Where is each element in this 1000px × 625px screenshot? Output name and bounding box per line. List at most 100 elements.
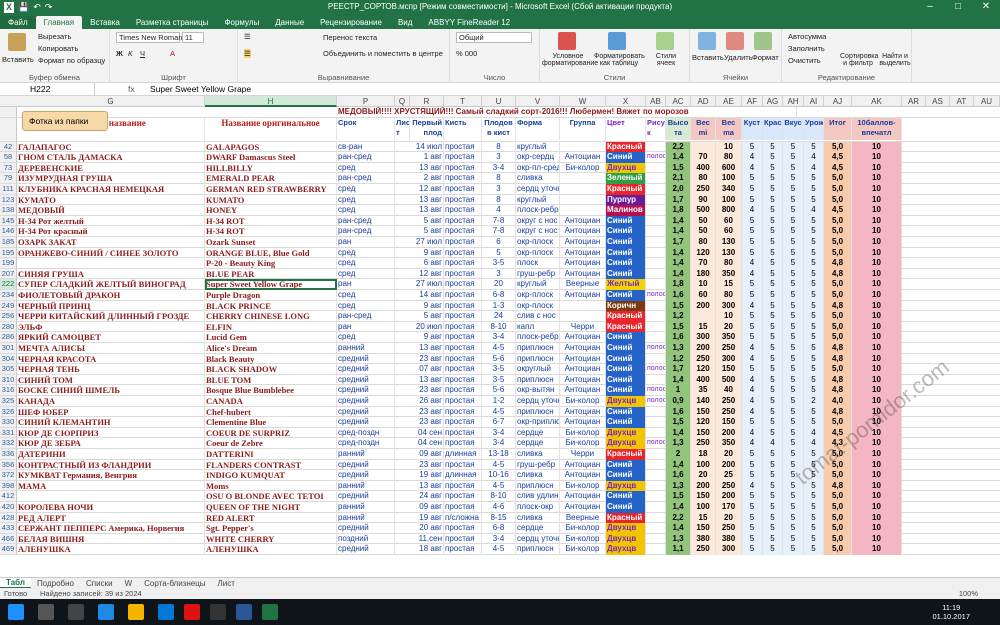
cell-AI[interactable]: 5 bbox=[804, 385, 824, 396]
cell-X[interactable]: Синий bbox=[606, 226, 646, 237]
cell-AB[interactable] bbox=[646, 321, 666, 333]
header-AB[interactable]: Рисуно к bbox=[646, 117, 666, 140]
cell-H[interactable]: QUEEN OF THE NIGHT bbox=[205, 502, 337, 513]
cell-P[interactable]: ран bbox=[337, 321, 395, 333]
cell-AI[interactable]: 5 bbox=[804, 374, 824, 386]
cell-AB[interactable] bbox=[646, 480, 666, 492]
cell-X[interactable]: Синий bbox=[606, 353, 646, 365]
cell-R[interactable]: 13 авг bbox=[410, 205, 444, 216]
cell-AF[interactable]: 5 bbox=[742, 247, 763, 259]
cell-G[interactable]: АЛЕНУШКА bbox=[17, 544, 205, 555]
cell-AB[interactable]: полос bbox=[646, 438, 666, 449]
column-header-AK[interactable]: AK bbox=[852, 96, 902, 107]
cell-AJ[interactable]: 4,8 bbox=[824, 343, 852, 354]
cell-R[interactable]: 9 авг bbox=[410, 300, 444, 312]
cell-X[interactable]: Красный bbox=[606, 512, 646, 524]
cell-P[interactable]: ранний bbox=[337, 343, 395, 354]
cell-AE[interactable]: 380 bbox=[716, 533, 742, 545]
cell-AE[interactable]: 10 bbox=[716, 141, 742, 153]
cell-AB[interactable] bbox=[646, 502, 666, 513]
cell-R[interactable]: 11.сен bbox=[410, 533, 444, 545]
cell-G[interactable]: МЕЧТА АЛИСЫ bbox=[17, 343, 205, 354]
name-box[interactable]: H222 bbox=[0, 83, 95, 96]
row-number[interactable]: 138 bbox=[0, 205, 17, 216]
cell-AC[interactable]: 2 bbox=[666, 449, 691, 460]
excel-taskbar-icon[interactable] bbox=[262, 604, 278, 620]
row-number[interactable]: 145 bbox=[0, 215, 17, 227]
cell-U[interactable]: 6-7 bbox=[482, 417, 516, 428]
cell-P[interactable]: ранний bbox=[337, 449, 395, 460]
cell-H[interactable]: Lucid Gem bbox=[205, 332, 337, 343]
cell-AC[interactable]: 1,2 bbox=[666, 311, 691, 322]
cell-R[interactable]: 20 июл bbox=[410, 321, 444, 333]
cell-R[interactable]: 5 авг bbox=[410, 226, 444, 237]
cell-AK[interactable]: 10 bbox=[852, 459, 902, 471]
cell-AI[interactable]: 5 bbox=[804, 290, 824, 301]
cell-AF[interactable]: 4 bbox=[742, 162, 763, 174]
cell-U[interactable]: 4-5 bbox=[482, 459, 516, 471]
cell-X[interactable]: Синий bbox=[606, 268, 646, 280]
cell-H[interactable]: EMERALD PEAR bbox=[205, 173, 337, 184]
cell-AC[interactable]: 1,4 bbox=[666, 258, 691, 269]
cell-U[interactable]: 7-8 bbox=[482, 215, 516, 227]
cell-AJ[interactable]: 5,0 bbox=[824, 184, 852, 195]
cell-R[interactable]: 04 сен bbox=[410, 427, 444, 439]
column-header-R[interactable]: R bbox=[410, 96, 444, 107]
cell-AH[interactable]: 5 bbox=[783, 523, 804, 534]
cell-AH[interactable]: 5 bbox=[783, 449, 804, 460]
cell-styles-button[interactable]: Стили ячеек bbox=[646, 53, 686, 67]
cell-H[interactable]: OSU O BLONDE AVEC TETOI bbox=[205, 491, 337, 502]
cell-AB[interactable] bbox=[646, 459, 666, 471]
cell-G[interactable]: ШЕФ ЮБЕР bbox=[17, 406, 205, 418]
cell-AC[interactable]: 1,5 bbox=[666, 162, 691, 174]
tab-1[interactable]: Главная bbox=[35, 16, 83, 29]
cell-X[interactable]: Синий bbox=[606, 406, 646, 418]
close-button[interactable]: ✕ bbox=[972, 0, 1000, 14]
cell-AC[interactable]: 1,3 bbox=[666, 343, 691, 354]
cell-G[interactable]: ДАТЕРИНИ bbox=[17, 449, 205, 460]
cell-AK[interactable]: 10 bbox=[852, 184, 902, 195]
cell-AC[interactable]: 1,5 bbox=[666, 300, 691, 312]
cell-AD[interactable]: 100 bbox=[691, 502, 716, 513]
cell-V[interactable]: сливка bbox=[516, 470, 560, 481]
cell-P[interactable]: ранний bbox=[337, 480, 395, 492]
cell-AF[interactable]: 5 bbox=[742, 290, 763, 301]
cell-P[interactable]: ранний bbox=[337, 502, 395, 513]
tab-8[interactable]: ABBYY FineReader 12 bbox=[420, 16, 518, 29]
cell-AJ[interactable]: 4,8 bbox=[824, 268, 852, 280]
cell-H[interactable]: Coeur de Zebre bbox=[205, 438, 337, 449]
sheet-tab-1[interactable]: Подробно bbox=[31, 579, 80, 588]
autosum-button[interactable]: Автосумма bbox=[788, 32, 826, 41]
row-number[interactable]: 42 bbox=[0, 141, 17, 153]
cell-G[interactable]: ЧЕРНЫЙ ПРИНЦ bbox=[17, 300, 205, 312]
cell-V[interactable]: сердце bbox=[516, 427, 560, 439]
cell-X[interactable]: Двухцв bbox=[606, 544, 646, 555]
cell-AI[interactable]: 5 bbox=[804, 332, 824, 343]
cell-AF[interactable]: 5 bbox=[742, 311, 763, 322]
cell-AF[interactable]: 4 bbox=[742, 438, 763, 449]
cell-U[interactable]: 6 bbox=[482, 237, 516, 248]
cell-U[interactable]: 8-15 bbox=[482, 512, 516, 524]
cell-AC[interactable]: 1,8 bbox=[666, 279, 691, 290]
header-H[interactable]: Название оригинальное bbox=[205, 117, 337, 140]
cell-U[interactable]: 24 bbox=[482, 311, 516, 322]
cell-AK[interactable]: 10 bbox=[852, 268, 902, 280]
insert-button[interactable]: Вставить bbox=[692, 53, 724, 62]
cell-AC[interactable]: 1,4 bbox=[666, 459, 691, 471]
sheet-tab-5[interactable]: Лист bbox=[212, 579, 241, 588]
cell-AE[interactable]: 10 bbox=[716, 311, 742, 322]
cell-AK[interactable]: 10 bbox=[852, 205, 902, 216]
cell-AE[interactable]: 200 bbox=[716, 459, 742, 471]
cell-G[interactable]: ЯРКИЙ САМОЦВЕТ bbox=[17, 332, 205, 343]
cell-AI[interactable]: 5 bbox=[804, 226, 824, 237]
cell-AF[interactable]: 5 bbox=[742, 173, 763, 184]
tab-0[interactable]: Файл bbox=[0, 16, 36, 29]
cell-R[interactable]: 23 авг bbox=[410, 406, 444, 418]
cell-H[interactable]: ORANGE BLUE, Blue Gold bbox=[205, 247, 337, 259]
cell-AC[interactable]: 1,4 bbox=[666, 152, 691, 163]
cell-AD[interactable]: 18 bbox=[691, 449, 716, 460]
cell-AF[interactable]: 5 bbox=[742, 215, 763, 227]
cell-AG[interactable]: 5 bbox=[763, 332, 783, 343]
cell-AK[interactable]: 10 bbox=[852, 311, 902, 322]
cell-G[interactable]: КЮР ДЕ СЮРПРИЗ bbox=[17, 427, 205, 439]
